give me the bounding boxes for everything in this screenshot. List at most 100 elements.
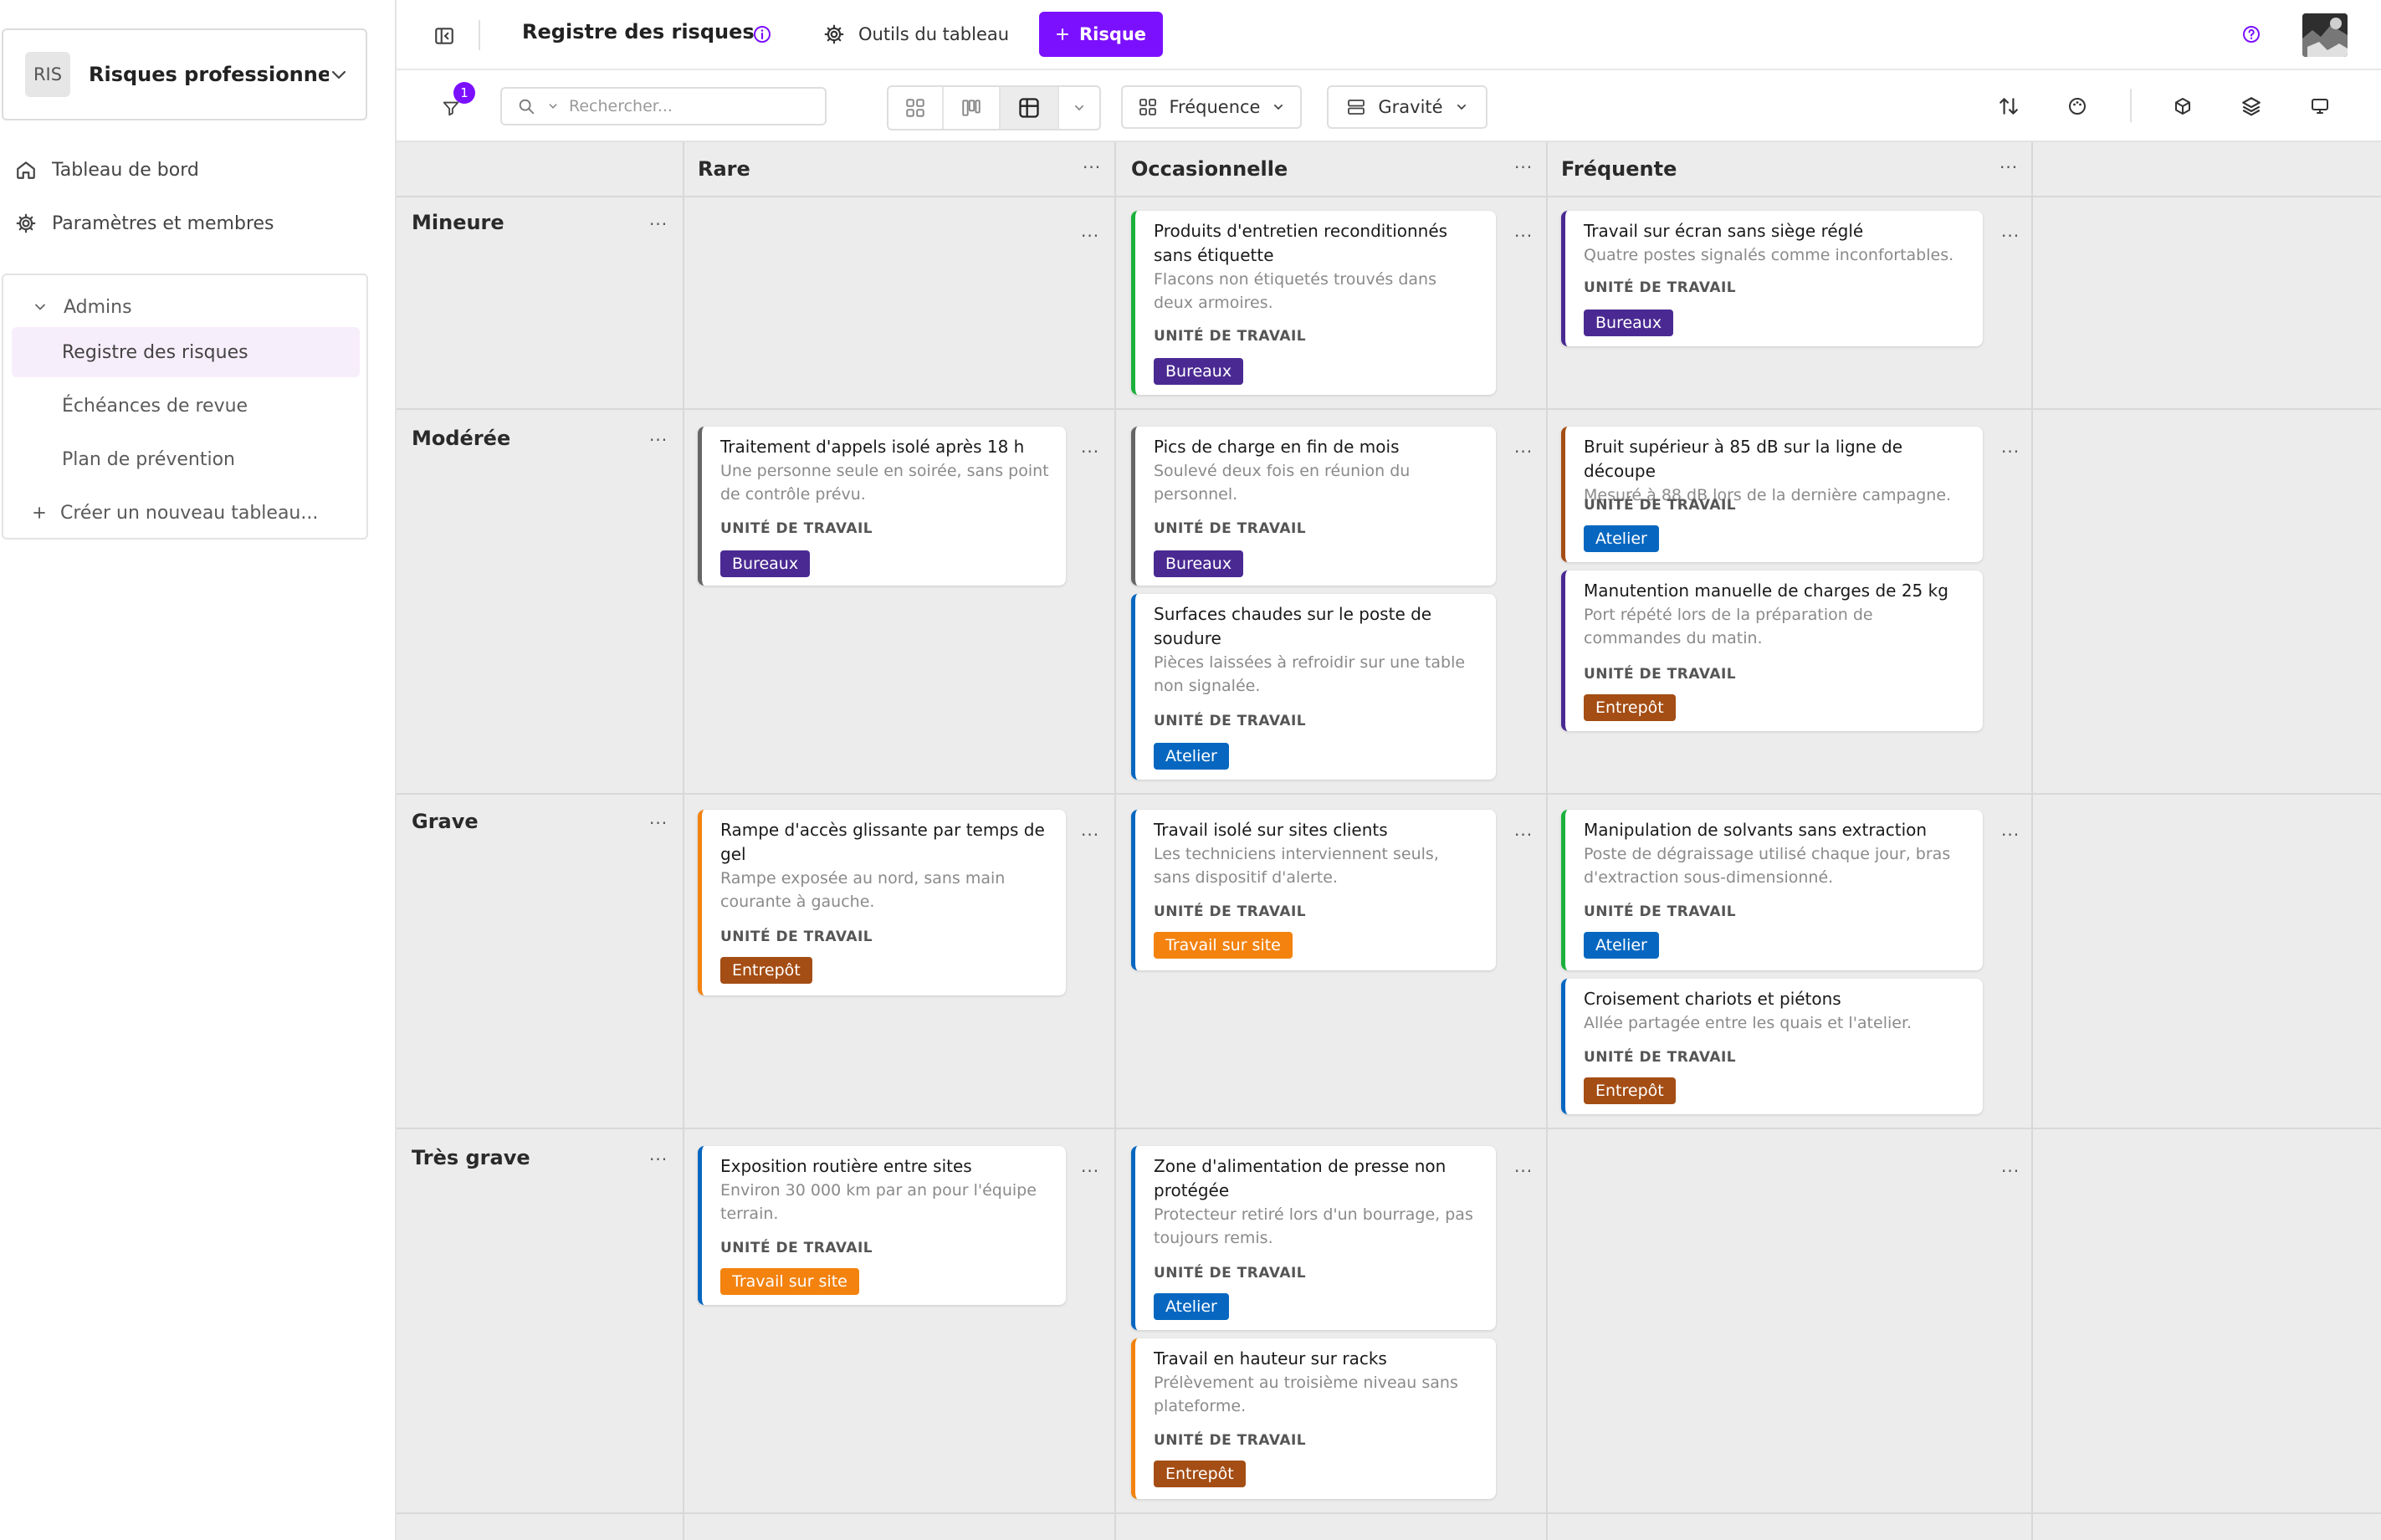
add-risk-label: Risque: [1078, 24, 1147, 44]
risk-title: Pics de charge en fin de mois: [1154, 437, 1400, 457]
cell-menu-button[interactable]: ···: [2001, 826, 2020, 843]
nav-label: Paramètres et membres: [52, 212, 274, 234]
cell-menu-button[interactable]: ···: [1081, 1163, 1099, 1179]
work-unit-tag: Atelier: [1154, 743, 1229, 770]
risk-matrix-board: Rare ··· Occasionnelle ··· Fréquente ···…: [397, 142, 2381, 1540]
cell-menu-button[interactable]: ···: [1514, 228, 1533, 244]
cube-icon[interactable]: [2169, 92, 2197, 120]
risk-card[interactable]: Rampe d'accès glissante par temps de gel…: [698, 810, 1066, 995]
search-placeholder: Rechercher...: [569, 97, 673, 115]
risk-title: Bruit supérieur à 85 dB sur la ligne de …: [1584, 437, 1902, 481]
search-input[interactable]: Rechercher...: [500, 87, 827, 125]
risk-card[interactable]: Traitement d'appels isolé après 18 h Une…: [698, 427, 1066, 586]
risk-description: Quatre postes signalés comme inconfortab…: [1584, 246, 1954, 264]
divider: [479, 20, 480, 50]
work-unit-tag: Travail sur site: [720, 1268, 859, 1295]
risk-card[interactable]: Travail en hauteur sur racks Prélèvement…: [1131, 1338, 1496, 1499]
risk-card[interactable]: Manutention manuelle de charges de 25 kg…: [1561, 570, 1983, 731]
cell-menu-button[interactable]: ···: [1081, 228, 1099, 244]
field-label: UNITÉ DE TRAVAIL: [720, 520, 873, 537]
group-columns-select[interactable]: Fréquence: [1121, 85, 1302, 129]
risk-title: Traitement d'appels isolé après 18 h: [720, 437, 1025, 457]
chevron-down-icon: [1272, 100, 1285, 114]
risk-card[interactable]: Pics de charge en fin de mois Soulevé de…: [1131, 427, 1496, 586]
row-header-grave: Grave: [412, 810, 479, 833]
column-menu-button[interactable]: ···: [1083, 159, 1101, 176]
info-icon[interactable]: [750, 22, 775, 47]
cell-menu-button[interactable]: ···: [2001, 1163, 2020, 1179]
work-unit-tag: Bureaux: [1154, 358, 1244, 385]
palette-icon[interactable]: [2063, 92, 2092, 120]
row-menu-button[interactable]: ···: [649, 1151, 668, 1168]
grid-icon: [1138, 97, 1158, 117]
risk-title: Exposition routière entre sites: [720, 1156, 972, 1176]
grid-view-icon[interactable]: [888, 87, 944, 129]
risk-card[interactable]: Exposition routière entre sites Environ …: [698, 1146, 1066, 1305]
work-unit-tag: Entrepôt: [720, 957, 812, 984]
field-label: UNITÉ DE TRAVAIL: [1584, 497, 1737, 514]
monitor-icon[interactable]: [2306, 92, 2334, 120]
row-menu-button[interactable]: ···: [649, 432, 668, 448]
board-tools-button[interactable]: Outils du tableau: [823, 15, 1009, 54]
nav-label: Tableau de bord: [52, 159, 199, 181]
risk-description: Protecteur retiré lors d'un bourrage, pa…: [1154, 1205, 1473, 1247]
user-avatar[interactable]: [2302, 13, 2348, 57]
risk-description: Prélèvement au troisième niveau sans pla…: [1154, 1374, 1458, 1415]
risk-title: Rampe d'accès glissante par temps de gel: [720, 820, 1045, 864]
nav-settings[interactable]: Paramètres et membres: [0, 202, 397, 244]
view-switcher: [887, 85, 1101, 130]
column-label: Occasionnelle: [1131, 157, 1288, 181]
risk-title: Zone d'alimentation de presse non protég…: [1154, 1156, 1447, 1200]
group-columns-label: Fréquence: [1169, 97, 1261, 117]
kanban-view-icon[interactable]: [944, 87, 1001, 129]
field-label: UNITÉ DE TRAVAIL: [1154, 1265, 1307, 1282]
risk-description: Pièces laissées à refroidir sur une tabl…: [1154, 653, 1466, 695]
matrix-view-icon[interactable]: [1001, 87, 1059, 129]
risk-card[interactable]: Zone d'alimentation de presse non protég…: [1131, 1146, 1496, 1330]
sidebar-item-plan[interactable]: Plan de prévention: [12, 434, 360, 484]
group-rows-select[interactable]: Gravité: [1327, 85, 1487, 129]
view-options-chevron-icon[interactable]: [1059, 87, 1099, 129]
row-menu-button[interactable]: ···: [649, 216, 668, 233]
risk-card[interactable]: Bruit supérieur à 85 dB sur la ligne de …: [1561, 427, 1983, 562]
layers-icon[interactable]: [2237, 92, 2266, 120]
workspace-avatar: RIS: [25, 52, 70, 97]
row-menu-button[interactable]: ···: [649, 815, 668, 831]
work-unit-tag: Entrepôt: [1584, 1077, 1676, 1104]
cell-menu-button[interactable]: ···: [1514, 443, 1533, 460]
create-board-button[interactable]: Créer un nouveau tableau...: [12, 488, 360, 538]
workspace-switcher[interactable]: RIS Risques professionne...: [2, 28, 367, 120]
sidebar-item-echeances[interactable]: Échéances de revue: [12, 381, 360, 431]
group-toggle-admins[interactable]: Admins: [12, 282, 360, 332]
cell-menu-button[interactable]: ···: [1514, 826, 1533, 843]
nav-dashboard[interactable]: Tableau de bord: [0, 149, 397, 191]
help-icon[interactable]: [2239, 22, 2264, 47]
risk-description: Les techniciens interviennent seuls, san…: [1154, 845, 1439, 887]
risk-title: Travail isolé sur sites clients: [1154, 820, 1388, 840]
field-label: UNITÉ DE TRAVAIL: [1584, 279, 1737, 296]
chevron-down-icon: [1455, 100, 1468, 114]
cell-menu-button[interactable]: ···: [2001, 443, 2020, 460]
risk-title: Croisement chariots et piétons: [1584, 989, 1841, 1009]
column-menu-button[interactable]: ···: [2000, 159, 2018, 176]
risk-card[interactable]: Croisement chariots et piétons Allée par…: [1561, 979, 1983, 1114]
risk-description: Une personne seule en soirée, sans point…: [720, 462, 1049, 504]
cell-menu-button[interactable]: ···: [2001, 228, 2020, 244]
risk-card[interactable]: Produits d'entretien reconditionnés sans…: [1131, 211, 1496, 395]
risk-card[interactable]: Surfaces chaudes sur le poste de soudure…: [1131, 594, 1496, 780]
risk-title: Manipulation de solvants sans extraction: [1584, 820, 1928, 840]
risk-title: Travail en hauteur sur racks: [1154, 1348, 1387, 1369]
risk-card[interactable]: Manipulation de solvants sans extraction…: [1561, 810, 1983, 970]
column-menu-button[interactable]: ···: [1514, 159, 1533, 176]
add-risk-button[interactable]: Risque: [1039, 12, 1163, 57]
cell-menu-button[interactable]: ···: [1081, 826, 1099, 843]
risk-description: Poste de dégraissage utilisé chaque jour…: [1584, 845, 1951, 887]
sort-icon[interactable]: [1994, 92, 2023, 120]
sidebar-item-registre[interactable]: Registre des risques: [12, 327, 360, 377]
risk-card[interactable]: Travail isolé sur sites clients Les tech…: [1131, 810, 1496, 970]
risk-card[interactable]: Travail sur écran sans siège réglé Quatr…: [1561, 211, 1983, 346]
cell-menu-button[interactable]: ···: [1514, 1163, 1533, 1179]
sidebar-toggle-icon[interactable]: [432, 23, 457, 49]
cell-menu-button[interactable]: ···: [1081, 443, 1099, 460]
rows-icon: [1346, 97, 1366, 117]
